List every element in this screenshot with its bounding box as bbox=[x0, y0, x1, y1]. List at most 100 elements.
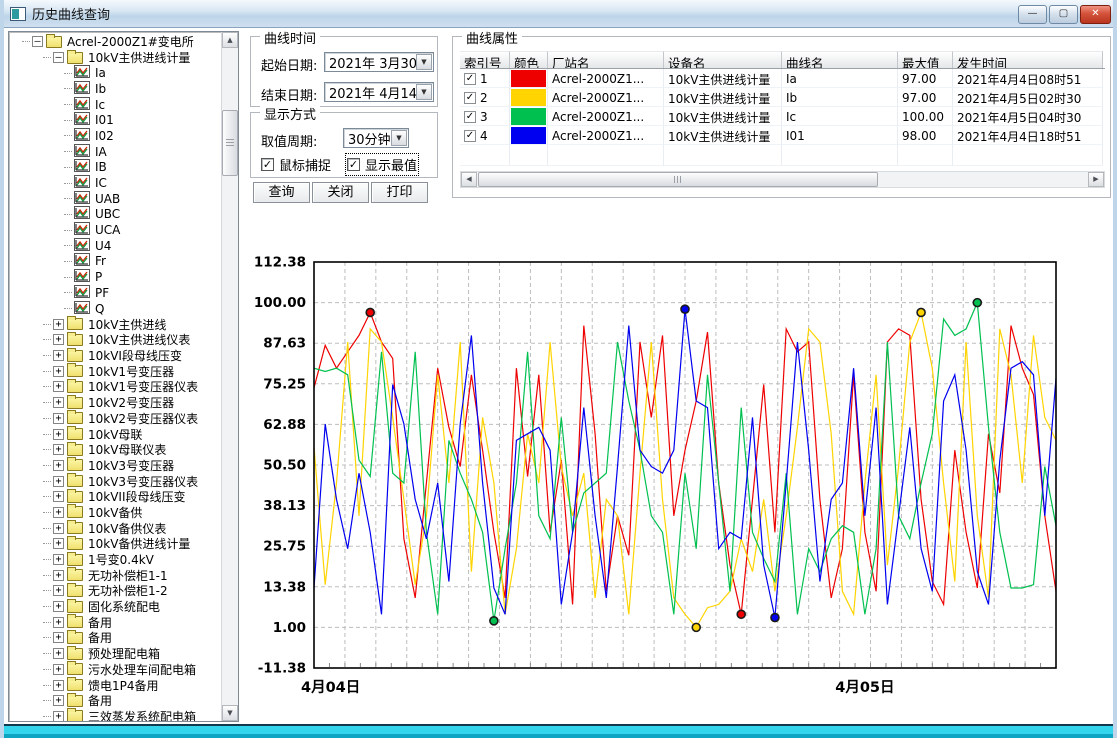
expand-icon[interactable]: + bbox=[53, 366, 64, 377]
tree-item[interactable]: –Acrel-2000Z1#变电所 bbox=[9, 34, 221, 50]
tree-item[interactable]: Ic bbox=[9, 97, 221, 113]
show-extremes-checkbox[interactable]: ✓ 显示最值 bbox=[347, 155, 417, 174]
tree-item[interactable]: +10kV1号变压器 bbox=[9, 363, 221, 379]
tree-item[interactable]: +10kV母联仪表 bbox=[9, 442, 221, 458]
row-checkbox[interactable]: ✓ bbox=[464, 92, 476, 104]
expand-icon[interactable]: + bbox=[53, 632, 64, 643]
expand-icon[interactable]: + bbox=[53, 444, 64, 455]
tree-item[interactable]: –10kV主供进线计量 bbox=[9, 50, 221, 66]
chevron-down-icon[interactable]: ▼ bbox=[416, 84, 432, 100]
tree-item[interactable]: +10kV主供进线仪表 bbox=[9, 332, 221, 348]
row-checkbox[interactable]: ✓ bbox=[464, 73, 476, 85]
tree-item[interactable]: +备用 bbox=[9, 630, 221, 646]
expand-icon[interactable]: + bbox=[53, 585, 64, 596]
collapse-icon[interactable]: – bbox=[32, 36, 43, 47]
scroll-right-button[interactable]: ▶ bbox=[1088, 172, 1104, 187]
tree-item[interactable]: +1号变0.4kV bbox=[9, 552, 221, 568]
expand-icon[interactable]: + bbox=[53, 413, 64, 424]
table-row[interactable]: ✓1Acrel-2000Z1...10kV主供进线计量Ia97.002021年4… bbox=[460, 69, 1105, 88]
tree-item[interactable]: IC bbox=[9, 175, 221, 191]
expand-icon[interactable]: + bbox=[53, 507, 64, 518]
expand-icon[interactable]: + bbox=[53, 711, 64, 721]
header-cell-6[interactable]: 发生时间 bbox=[953, 51, 1103, 68]
expand-icon[interactable]: + bbox=[53, 381, 64, 392]
tree-item[interactable]: U4 bbox=[9, 238, 221, 254]
tree-item[interactable]: +10kV备供进线计量 bbox=[9, 536, 221, 552]
expand-icon[interactable]: + bbox=[53, 664, 64, 675]
expand-icon[interactable]: + bbox=[53, 397, 64, 408]
expand-icon[interactable]: + bbox=[53, 491, 64, 502]
tree-item[interactable]: Fr bbox=[9, 254, 221, 270]
tree-item[interactable]: +10kVI段母线压变 bbox=[9, 348, 221, 364]
end-date-picker[interactable]: 2021年 4月14 ▼ bbox=[324, 82, 434, 102]
tree-item[interactable]: +10kV母联 bbox=[9, 426, 221, 442]
tree-item[interactable]: +备用 bbox=[9, 693, 221, 709]
tree-item[interactable]: +馈电1P4备用 bbox=[9, 677, 221, 693]
tree-item[interactable]: +三效蒸发系统配电箱 bbox=[9, 709, 221, 721]
expand-icon[interactable]: + bbox=[53, 570, 64, 581]
tree-item[interactable]: I02 bbox=[9, 128, 221, 144]
expand-icon[interactable]: + bbox=[53, 476, 64, 487]
table-row[interactable]: ✓2Acrel-2000Z1...10kV主供进线计量Ib97.002021年4… bbox=[460, 88, 1105, 107]
header-cell-4[interactable]: 曲线名 bbox=[782, 51, 898, 68]
expand-icon[interactable]: + bbox=[53, 554, 64, 565]
expand-icon[interactable]: + bbox=[53, 648, 64, 659]
tree-item[interactable]: +10kV2号变压器 bbox=[9, 395, 221, 411]
row-checkbox[interactable]: ✓ bbox=[464, 130, 476, 142]
tree-item[interactable]: UAB bbox=[9, 191, 221, 207]
maximize-button[interactable]: ▢ bbox=[1049, 5, 1078, 24]
scroll-up-button[interactable]: ▲ bbox=[222, 32, 238, 48]
expand-icon[interactable]: + bbox=[53, 460, 64, 471]
tree-item[interactable]: P bbox=[9, 269, 221, 285]
tree-item[interactable]: +10kVII段母线压变 bbox=[9, 489, 221, 505]
tree-item[interactable]: +10kV3号变压器 bbox=[9, 458, 221, 474]
close-button[interactable]: 关闭 bbox=[312, 182, 369, 203]
history-curve-chart[interactable]: 112.38100.0087.6375.2562.8850.5038.1325.… bbox=[253, 228, 1117, 714]
tree-item[interactable]: +固化系统配电 bbox=[9, 599, 221, 615]
tree-item[interactable]: I01 bbox=[9, 112, 221, 128]
table-row[interactable]: ✓3Acrel-2000Z1...10kV主供进线计量Ic100.002021年… bbox=[460, 107, 1105, 126]
tree-item[interactable]: +备用 bbox=[9, 614, 221, 630]
tree-item[interactable]: Ia bbox=[9, 65, 221, 81]
expand-icon[interactable]: + bbox=[53, 617, 64, 628]
collapse-icon[interactable]: – bbox=[53, 52, 64, 63]
tree-item[interactable]: +10kV2号变压器仪表 bbox=[9, 411, 221, 427]
row-checkbox[interactable]: ✓ bbox=[464, 111, 476, 123]
period-select[interactable]: 30分钟 ▼ bbox=[343, 128, 409, 148]
tree-item[interactable]: IB bbox=[9, 160, 221, 176]
header-cell-5[interactable]: 最大值 bbox=[898, 51, 953, 68]
close-window-button[interactable]: ✕ bbox=[1080, 5, 1111, 24]
mouse-capture-checkbox[interactable]: ✓ 鼠标捕捉 bbox=[261, 155, 331, 174]
expand-icon[interactable]: + bbox=[53, 523, 64, 534]
expand-icon[interactable]: + bbox=[53, 319, 64, 330]
tree-item[interactable]: Q bbox=[9, 301, 221, 317]
scroll-left-button[interactable]: ◀ bbox=[461, 172, 477, 187]
expand-icon[interactable]: + bbox=[53, 350, 64, 361]
expand-icon[interactable]: + bbox=[53, 538, 64, 549]
tree-item[interactable]: UCA bbox=[9, 222, 221, 238]
print-button[interactable]: 打印 bbox=[371, 182, 428, 203]
table-horizontal-scrollbar[interactable]: ◀ ▶ bbox=[460, 171, 1105, 188]
tree-item[interactable]: +10kV主供进线 bbox=[9, 316, 221, 332]
tree-item[interactable]: UBC bbox=[9, 207, 221, 223]
expand-icon[interactable]: + bbox=[53, 334, 64, 345]
start-date-picker[interactable]: 2021年 3月30 ▼ bbox=[324, 52, 434, 72]
tree-item[interactable]: +无功补偿柜1-1 bbox=[9, 567, 221, 583]
scroll-down-button[interactable]: ▼ bbox=[222, 705, 238, 721]
chevron-down-icon[interactable]: ▼ bbox=[391, 130, 407, 146]
chevron-down-icon[interactable]: ▼ bbox=[416, 54, 432, 70]
expand-icon[interactable]: + bbox=[53, 680, 64, 691]
header-cell-3[interactable]: 设备名 bbox=[664, 51, 782, 68]
tree-item[interactable]: +预处理配电箱 bbox=[9, 646, 221, 662]
header-cell-1[interactable]: 颜色 bbox=[510, 51, 548, 68]
checkbox-check-icon[interactable]: ✓ bbox=[261, 158, 274, 171]
header-cell-2[interactable]: 厂站名 bbox=[548, 51, 664, 68]
checkbox-check-icon[interactable]: ✓ bbox=[347, 158, 360, 171]
query-button[interactable]: 查询 bbox=[253, 182, 310, 203]
minimize-button[interactable]: — bbox=[1018, 5, 1047, 24]
tree-item[interactable]: +10kV3号变压器仪表 bbox=[9, 473, 221, 489]
header-cell-0[interactable]: 索引号 bbox=[460, 51, 510, 68]
tree-item[interactable]: PF bbox=[9, 285, 221, 301]
tree-item[interactable]: +无功补偿柜1-2 bbox=[9, 583, 221, 599]
tree-vertical-scrollbar[interactable]: ▲ ▼ bbox=[221, 32, 238, 721]
